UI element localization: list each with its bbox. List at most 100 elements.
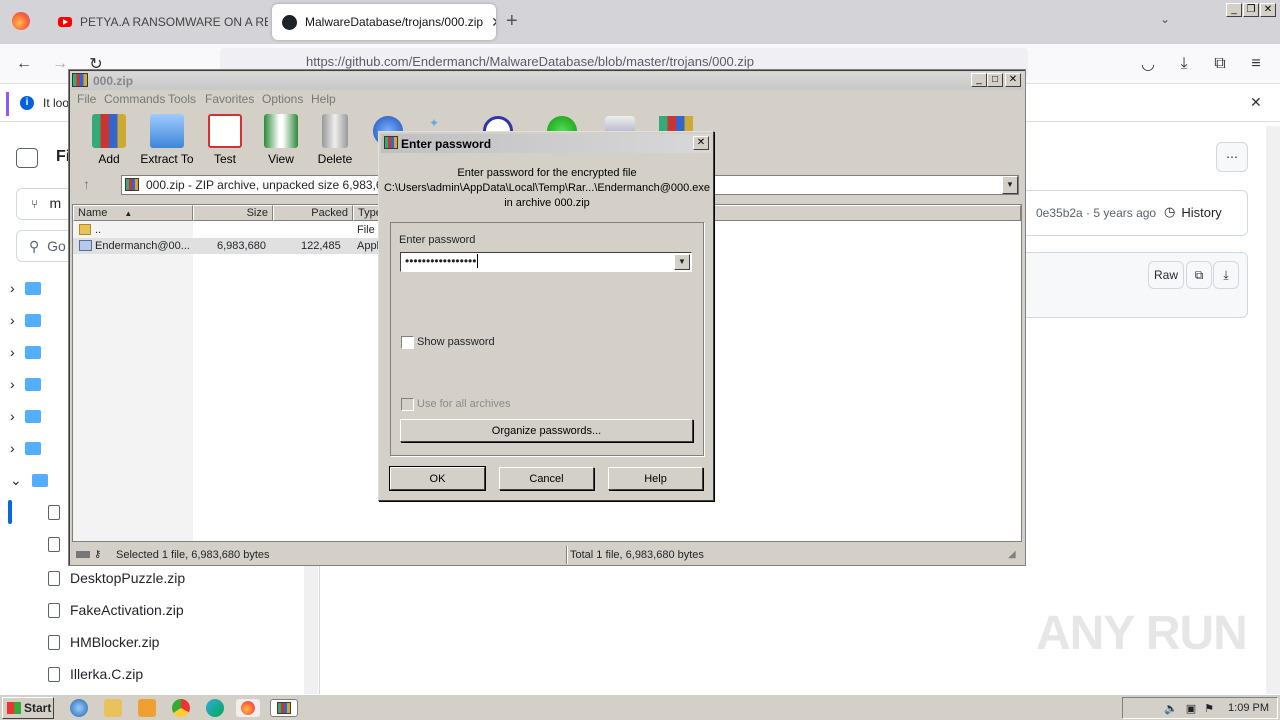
row-type: File [357, 224, 375, 236]
tree-file[interactable]: Illerka.C.zip [48, 658, 143, 690]
menu-options[interactable]: Options [262, 92, 303, 106]
key-icon: ⚷ [94, 549, 102, 560]
up-folder-icon[interactable]: ↑ [83, 176, 90, 192]
menu-icon[interactable]: ≡ [1244, 52, 1268, 76]
close-icon[interactable]: ✕ [693, 136, 709, 150]
winrar-icon [384, 136, 398, 149]
restore-icon[interactable]: ❐ [1243, 3, 1259, 17]
firefox-icon [241, 701, 255, 715]
tree-folder[interactable]: › [10, 432, 41, 464]
notification-accent [6, 92, 9, 116]
clock: 1:09 PM [1228, 702, 1269, 714]
file-icon [48, 570, 60, 586]
tree-file[interactable] [48, 528, 60, 560]
password-dialog: Enter password ✕ Enter password for the … [378, 131, 714, 501]
show-password-label[interactable]: Show password [417, 336, 495, 348]
tree-folder[interactable]: › [10, 400, 41, 432]
close-icon[interactable]: ✕ [1260, 3, 1276, 17]
close-notification-icon[interactable]: ✕ [1250, 94, 1262, 111]
use-for-all-archives-checkbox[interactable] [401, 398, 414, 411]
ok-button[interactable]: OK [389, 466, 486, 491]
help-button[interactable]: Help [608, 467, 703, 490]
extensions-icon[interactable]: ⧉ [1208, 52, 1232, 76]
test-label: Test [213, 152, 236, 166]
column-packed[interactable]: Packed [273, 205, 353, 221]
add-button[interactable]: Add [79, 114, 139, 166]
history-label: History [1181, 204, 1222, 220]
commit-info[interactable]: 0e35b2a · 5 years ago [1036, 206, 1156, 220]
start-button[interactable]: Start [2, 697, 54, 719]
copy-icon[interactable]: ⧉ [1186, 261, 1212, 289]
table-row-selected[interactable]: Endermanch@00... 6,983,680 122,485 Appl [73, 238, 409, 254]
volume-icon[interactable]: 🔈 [1164, 702, 1178, 715]
column-label: Name [78, 207, 108, 219]
new-tab-icon[interactable]: + [506, 10, 518, 33]
edge-icon[interactable] [206, 699, 224, 717]
close-icon[interactable]: ✕ [1005, 73, 1021, 87]
tree-folder-open[interactable]: ⌄ [10, 464, 48, 496]
column-size[interactable]: Size [193, 205, 273, 221]
tree-file[interactable]: DesktopPuzzle.zip [48, 562, 185, 594]
menu-commands[interactable]: Commands [104, 92, 165, 106]
firefox-taskbar-button[interactable] [236, 699, 260, 717]
search-input[interactable]: ⚲ Go [16, 230, 76, 262]
test-button[interactable]: Test [195, 114, 255, 166]
tree-folder[interactable]: › [10, 368, 41, 400]
menu-file[interactable]: File [77, 92, 96, 106]
tab-label: PETYA.A RANSOMWARE ON A REAL [80, 15, 268, 29]
menu-tools[interactable]: Tools [168, 92, 196, 106]
downloads-icon[interactable]: ⤓ [1172, 52, 1196, 76]
maximize-icon[interactable]: □ [987, 73, 1003, 87]
delete-button[interactable]: Delete [305, 114, 365, 166]
file-name: Illerka.C.zip [70, 666, 144, 682]
sidebar-toggle-icon[interactable] [16, 148, 38, 168]
tree-file[interactable]: HMBlocker.zip [48, 626, 159, 658]
tab-list-icon[interactable]: ⌄ [1160, 12, 1170, 26]
status-divider [566, 546, 568, 564]
minimize-icon[interactable]: _ [1226, 3, 1242, 17]
ie-icon[interactable] [70, 699, 88, 717]
tree-folder[interactable]: › [10, 336, 41, 368]
tree-file[interactable]: FakeActivation.zip [48, 594, 184, 626]
back-icon[interactable]: ← [12, 52, 36, 76]
download-icon[interactable]: ⤓ [1213, 261, 1239, 289]
file-name: DesktopPuzzle.zip [70, 570, 186, 586]
tree-folder[interactable]: › [10, 272, 41, 304]
row-name: Endermanch@00... [95, 240, 190, 252]
tab-github[interactable]: MalwareDatabase/trojans/000.zip ✕ [272, 4, 496, 40]
media-player-icon[interactable] [138, 699, 156, 717]
file-icon [48, 634, 60, 650]
menu-help[interactable]: Help [311, 92, 336, 106]
network-icon[interactable]: ▣ [1186, 702, 1196, 715]
close-tab-icon[interactable]: ✕ [491, 14, 496, 31]
more-options-button[interactable]: ⋯ [1216, 142, 1248, 172]
password-field-label: Enter password [399, 234, 476, 246]
tree-file-selected[interactable] [48, 496, 60, 528]
page-scrollbar[interactable] [1266, 126, 1280, 694]
pocket-icon[interactable]: ◡ [1136, 52, 1160, 76]
menu-favorites[interactable]: Favorites [205, 92, 254, 106]
history-link[interactable]: ◷ History [1164, 204, 1222, 220]
add-label: Add [98, 152, 120, 166]
password-dropdown-button[interactable]: ▼ [674, 254, 690, 270]
organize-passwords-button[interactable]: Organize passwords... [400, 419, 693, 442]
path-dropdown-button[interactable]: ▼ [1002, 176, 1018, 194]
view-button[interactable]: View [251, 114, 311, 166]
branch-selector[interactable]: ⑂ m [16, 188, 76, 220]
trash-icon [322, 114, 348, 148]
extract-to-button[interactable]: Extract To [137, 114, 197, 166]
raw-button[interactable]: Raw [1148, 261, 1184, 289]
chrome-icon[interactable] [172, 699, 190, 717]
winrar-taskbar-button[interactable] [270, 699, 298, 717]
column-name[interactable]: Name ▲ [73, 205, 193, 221]
minimize-icon[interactable]: _ [971, 73, 987, 87]
flag-icon[interactable]: ⚑ [1204, 702, 1214, 715]
cancel-button[interactable]: Cancel [499, 467, 594, 490]
password-input[interactable]: ••••••••••••••••• ▼ [400, 252, 692, 272]
tree-folder[interactable]: › [10, 304, 41, 336]
show-password-checkbox[interactable] [401, 336, 414, 349]
explorer-icon[interactable] [104, 699, 122, 717]
tab-youtube[interactable]: PETYA.A RANSOMWARE ON A REAL ✕ [48, 4, 268, 40]
resize-grip-icon[interactable]: ◢ [1008, 549, 1016, 560]
firefox-menu-icon[interactable] [12, 12, 30, 30]
